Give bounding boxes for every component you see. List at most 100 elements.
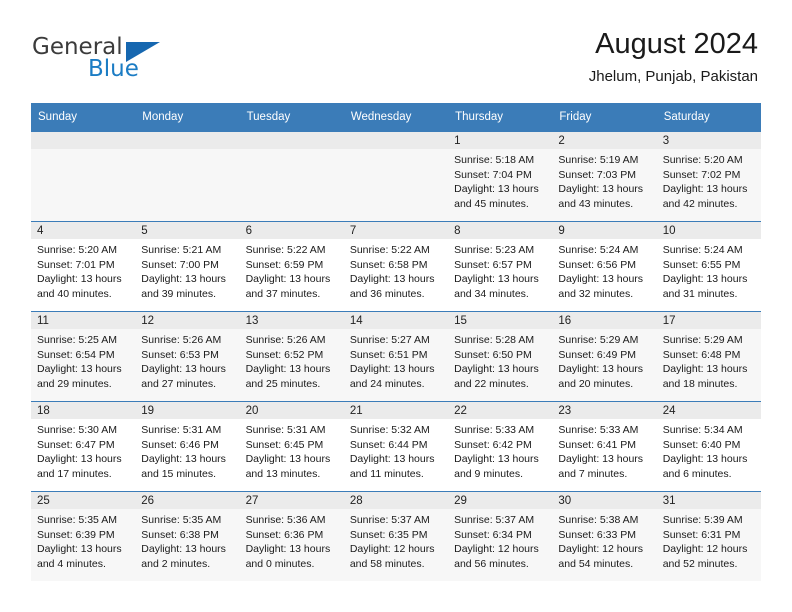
day-number: 17 [656,312,761,329]
brand-logo[interactable]: General Blue [32,36,252,88]
calendar-week-row: 1 Sunrise: 5:18 AM Sunset: 7:04 PM Daylight… [31,131,761,222]
calendar-day-cell[interactable]: 13 Sunrise: 5:26 AM Sunset: 6:52 PM Dayligh… [239,311,344,402]
sunrise-text: Sunrise: 5:23 AM [454,244,535,256]
day-details: Sunrise: 5:25 AM Sunset: 6:54 PM Daylight:… [31,329,135,391]
daylight-text-line1: Daylight: 13 hours [37,543,122,556]
calendar-day-cell[interactable]: 21 Sunrise: 5:32 AM Sunset: 6:44 PM Dayligh… [343,401,449,492]
calendar-day-cell[interactable]: 1 Sunrise: 5:18 AM Sunset: 7:04 PM Daylight… [448,131,553,222]
calendar-day-cell[interactable]: 28 Sunrise: 5:37 AM Sunset: 6:35 PM Dayligh… [343,491,449,581]
daylight-text-line1: Daylight: 13 hours [454,273,539,286]
calendar-day-cell[interactable]: 29 Sunrise: 5:37 AM Sunset: 6:34 PM Dayligh… [448,491,553,581]
calendar-day-cell[interactable]: 26 Sunrise: 5:35 AM Sunset: 6:38 PM Dayligh… [135,491,240,581]
calendar-page: General Blue August 2024 Jhelum, Punjab,… [0,0,792,612]
calendar-day-cell[interactable]: 8 Sunrise: 5:23 AM Sunset: 6:57 PM Daylight… [448,221,553,312]
weekday-header-friday: Friday [552,103,657,132]
calendar-day-cell[interactable]: 30 Sunrise: 5:38 AM Sunset: 6:33 PM Dayligh… [552,491,657,581]
calendar-day-cell[interactable]: 23 Sunrise: 5:33 AM Sunset: 6:41 PM Dayligh… [552,401,657,492]
daylight-text-line2: and 34 minutes. [454,287,529,300]
day-details: Sunrise: 5:36 AM Sunset: 6:36 PM Daylight:… [240,509,344,571]
sunset-text: Sunset: 7:00 PM [141,258,219,271]
calendar-day-cell[interactable]: 5 Sunrise: 5:21 AM Sunset: 7:00 PM Daylight… [135,221,240,312]
calendar-day-cell[interactable]: 24 Sunrise: 5:34 AM Sunset: 6:40 PM Dayligh… [656,401,761,492]
day-number: 28 [343,492,449,509]
day-number: 26 [135,492,240,509]
daylight-text-line1: Daylight: 13 hours [37,363,122,376]
sunrise-text: Sunrise: 5:33 AM [558,424,639,436]
calendar-day-cell[interactable]: 3 Sunrise: 5:20 AM Sunset: 7:02 PM Daylight… [656,131,761,222]
day-details: Sunrise: 5:22 AM Sunset: 6:59 PM Daylight:… [240,239,344,301]
daylight-text-line2: and 2 minutes. [141,557,211,570]
calendar-day-cell[interactable]: 16 Sunrise: 5:29 AM Sunset: 6:49 PM Dayligh… [552,311,657,402]
sunset-text: Sunset: 6:44 PM [349,438,428,451]
calendar-day-cell[interactable]: 25 Sunrise: 5:35 AM Sunset: 6:39 PM Dayligh… [31,491,136,581]
sunset-text: Sunset: 6:45 PM [245,438,324,451]
calendar-day-cell[interactable]: 6 Sunrise: 5:22 AM Sunset: 6:59 PM Daylight… [239,221,344,312]
calendar-container: Sunday Monday Tuesday Wednesday Thursday… [31,103,761,581]
sunrise-text: Sunrise: 5:25 AM [37,334,117,346]
sunset-text: Sunset: 6:42 PM [454,438,532,451]
sunrise-text: Sunrise: 5:20 AM [662,154,743,166]
calendar-cell-empty [135,131,240,222]
sunset-text: Sunset: 6:41 PM [558,438,637,451]
sunrise-text: Sunrise: 5:34 AM [662,424,743,436]
day-details: Sunrise: 5:33 AM Sunset: 6:42 PM Daylight:… [448,419,552,481]
calendar-day-cell[interactable]: 31 Sunrise: 5:39 AM Sunset: 6:31 PM Dayligh… [656,491,761,581]
day-details: Sunrise: 5:33 AM Sunset: 6:41 PM Daylight:… [552,419,656,481]
daylight-text-line1: Daylight: 13 hours [349,273,435,286]
sunset-text: Sunset: 6:31 PM [662,528,741,541]
daylight-text-line2: and 45 minutes. [454,197,529,210]
daylight-text-line2: and 36 minutes. [349,287,425,300]
calendar-day-cell[interactable]: 10 Sunrise: 5:24 AM Sunset: 6:55 PM Dayligh… [656,221,761,312]
sunrise-text: Sunrise: 5:26 AM [245,334,326,346]
daylight-text-line1: Daylight: 13 hours [454,363,539,376]
calendar-day-cell[interactable]: 2 Sunrise: 5:19 AM Sunset: 7:03 PM Daylight… [552,131,657,222]
daylight-text-line1: Daylight: 13 hours [141,273,226,286]
day-number: 18 [31,402,136,419]
day-number [343,132,449,149]
day-details: Sunrise: 5:31 AM Sunset: 6:45 PM Daylight:… [240,419,344,481]
calendar-day-cell[interactable]: 22 Sunrise: 5:33 AM Sunset: 6:42 PM Dayligh… [448,401,553,492]
day-number: 23 [552,402,657,419]
daylight-text-line2: and 25 minutes. [245,377,321,390]
calendar-day-cell[interactable]: 9 Sunrise: 5:24 AM Sunset: 6:56 PM Daylight… [552,221,657,312]
daylight-text-line1: Daylight: 13 hours [349,363,435,376]
daylight-text-line2: and 7 minutes. [558,467,628,480]
calendar-cell-empty [343,131,449,222]
daylight-text-line2: and 22 minutes. [454,377,529,390]
calendar-day-cell[interactable]: 20 Sunrise: 5:31 AM Sunset: 6:45 PM Dayligh… [239,401,344,492]
calendar-week-row: 18 Sunrise: 5:30 AM Sunset: 6:47 PM Dayligh… [31,401,761,492]
calendar-day-cell[interactable]: 19 Sunrise: 5:31 AM Sunset: 6:46 PM Dayligh… [135,401,240,492]
day-number: 9 [552,222,657,239]
sunrise-text: Sunrise: 5:35 AM [141,514,222,526]
calendar-day-cell[interactable]: 27 Sunrise: 5:36 AM Sunset: 6:36 PM Dayligh… [239,491,344,581]
calendar-day-cell[interactable]: 15 Sunrise: 5:28 AM Sunset: 6:50 PM Dayligh… [448,311,553,402]
day-number: 8 [448,222,553,239]
calendar-day-cell[interactable]: 17 Sunrise: 5:29 AM Sunset: 6:48 PM Dayligh… [656,311,761,402]
calendar-day-cell[interactable]: 7 Sunrise: 5:22 AM Sunset: 6:58 PM Daylight… [343,221,449,312]
day-details: Sunrise: 5:22 AM Sunset: 6:58 PM Daylight:… [344,239,448,301]
calendar-day-cell[interactable]: 11 Sunrise: 5:25 AM Sunset: 6:54 PM Dayligh… [31,311,136,402]
weekday-header-thursday: Thursday [448,103,553,132]
day-details: Sunrise: 5:20 AM Sunset: 7:02 PM Daylight:… [657,149,761,211]
sunrise-text: Sunrise: 5:39 AM [662,514,743,526]
day-details: Sunrise: 5:18 AM Sunset: 7:04 PM Daylight:… [448,149,552,211]
daylight-text-line1: Daylight: 13 hours [141,543,226,556]
day-details: Sunrise: 5:39 AM Sunset: 6:31 PM Daylight:… [657,509,761,571]
day-number: 5 [135,222,240,239]
calendar-day-cell[interactable]: 18 Sunrise: 5:30 AM Sunset: 6:47 PM Dayligh… [31,401,136,492]
weekday-header-saturday: Saturday [656,103,761,132]
calendar-day-cell[interactable]: 12 Sunrise: 5:26 AM Sunset: 6:53 PM Dayligh… [135,311,240,402]
sunrise-text: Sunrise: 5:18 AM [454,154,535,166]
sunset-text: Sunset: 6:38 PM [141,528,219,541]
page-title: August 2024 [595,28,758,60]
daylight-text-line2: and 40 minutes. [37,287,112,300]
title-block: August 2024 Jhelum, Punjab, Pakistan [589,26,758,88]
sunset-text: Sunset: 6:55 PM [662,258,741,271]
sunrise-text: Sunrise: 5:30 AM [37,424,117,436]
calendar-day-cell[interactable]: 4 Sunrise: 5:20 AM Sunset: 7:01 PM Daylight… [31,221,136,312]
daylight-text-line2: and 37 minutes. [245,287,321,300]
calendar-day-cell[interactable]: 14 Sunrise: 5:27 AM Sunset: 6:51 PM Dayligh… [343,311,449,402]
sunrise-text: Sunrise: 5:31 AM [245,424,326,436]
daylight-text-line2: and 17 minutes. [37,467,112,480]
calendar-week-row: 25 Sunrise: 5:35 AM Sunset: 6:39 PM Dayligh… [31,491,761,581]
